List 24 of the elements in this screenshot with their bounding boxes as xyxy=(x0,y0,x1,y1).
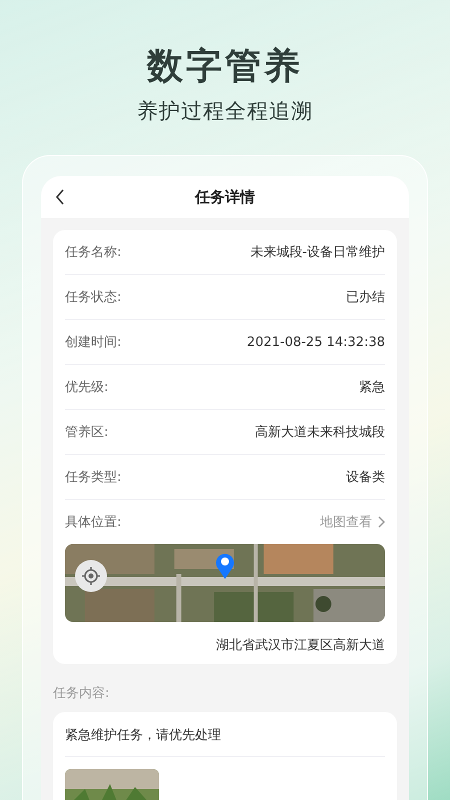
map-pin-icon xyxy=(215,552,235,579)
task-description: 紧急维护任务，请优先处理 xyxy=(65,712,385,757)
field-label: 具体位置: xyxy=(65,514,122,531)
field-label: 任务类型: xyxy=(65,469,122,486)
crosshair-icon xyxy=(81,566,101,586)
address-text: 湖北省武汉市江夏区高新大道 xyxy=(215,637,385,654)
field-label: 任务名称: xyxy=(65,244,122,261)
field-label: 管养区: xyxy=(65,424,108,441)
section-label: 任务内容: xyxy=(53,685,110,702)
screen-title: 任务详情 xyxy=(195,188,255,206)
field-label: 优先级: xyxy=(65,379,108,396)
field-value: 2021-08-25 14:32:38 xyxy=(246,334,385,350)
headline: 数字管养 xyxy=(147,45,303,89)
map-link[interactable]: 地图查看 xyxy=(320,513,385,531)
field-value: 未来城段-设备日常维护 xyxy=(250,244,385,261)
field-value: 高新大道未来科技城段 xyxy=(255,424,385,441)
field-label: 任务状态: xyxy=(65,289,122,306)
back-icon[interactable] xyxy=(55,189,65,205)
field-value: 已办结 xyxy=(346,289,385,306)
field-value: 设备类 xyxy=(346,469,385,486)
field-label: 创建时间: xyxy=(65,334,122,351)
chevron-icon xyxy=(378,516,385,528)
field-value: 紧急 xyxy=(359,379,385,396)
subheadline: 养护过程全程追溯 xyxy=(137,98,313,125)
